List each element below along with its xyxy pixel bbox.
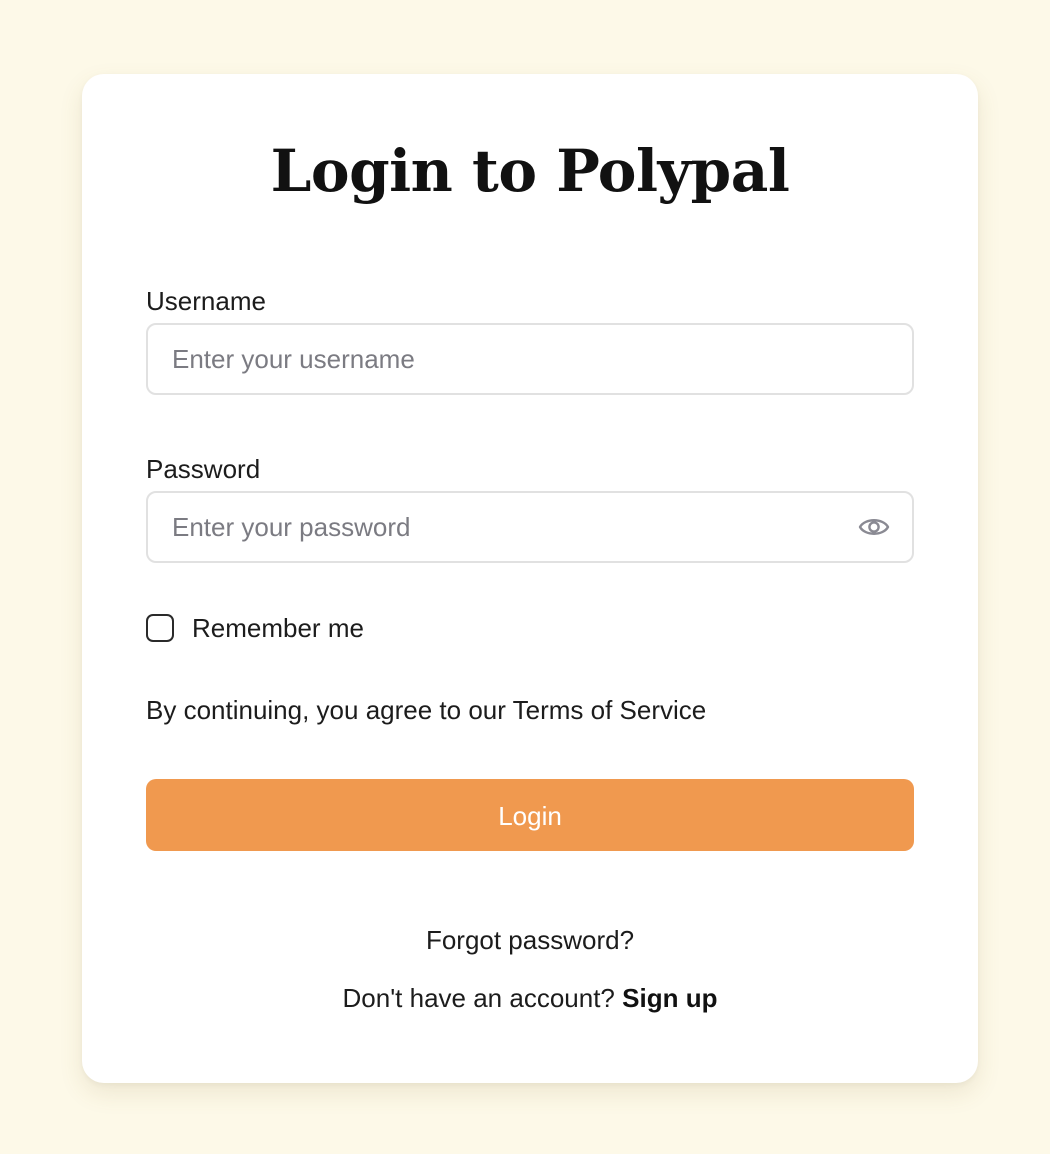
remember-me-row: Remember me [146,611,364,645]
username-input[interactable] [172,325,832,393]
username-field-container [146,323,914,395]
remember-me-label: Remember me [192,613,364,643]
signup-link[interactable]: Sign up [622,983,717,1013]
page-title: Login to Polypal [270,137,790,205]
password-field-container [146,491,914,563]
terms-text: By continuing, you agree to our Terms of… [146,695,707,725]
eye-icon[interactable] [858,513,890,541]
login-card: Login to Polypal Username Password Remem… [82,74,978,1083]
forgot-password-link[interactable]: Forgot password? [82,924,978,956]
password-label: Password [146,454,261,484]
signup-prompt: Don't have an account? [342,983,615,1013]
login-button[interactable]: Login [146,779,914,851]
signup-row: Don't have an account? Sign up [82,982,978,1014]
username-label: Username [146,286,266,316]
password-input[interactable] [172,493,832,561]
remember-me-checkbox[interactable] [146,614,174,642]
